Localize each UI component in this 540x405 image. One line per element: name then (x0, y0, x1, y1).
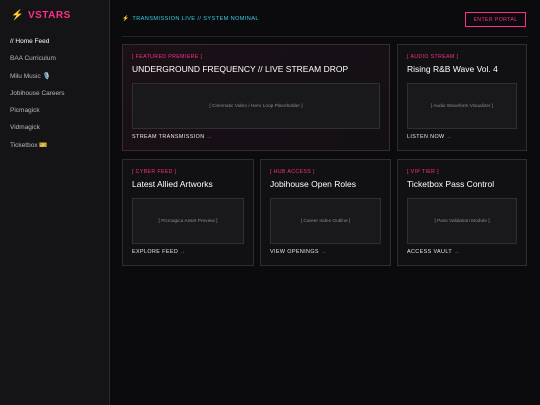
enter-portal-button[interactable]: ENTER PORTAL (465, 12, 526, 27)
card-tag: [ AUDIO STREAM ] (407, 54, 459, 60)
hub-access-card: [ HUB ACCESS ] Jobihouse Open Roles [ Ca… (260, 159, 391, 266)
card-title: UNDERGROUND FREQUENCY // LIVE STREAM DRO… (132, 64, 349, 74)
brand-name: VSTARS (27, 10, 71, 21)
sidebar-item-home-feed[interactable]: // Home Feed (10, 38, 65, 55)
card-title: Latest Allied Artworks (132, 179, 213, 189)
arrow-right-icon: → (206, 134, 213, 140)
sidebar-item-baa-curriculum[interactable]: BAA Curriculum (10, 55, 65, 72)
pass-validation-placeholder: [ Pass Validation Module ] (407, 198, 517, 244)
sidebar-item-jobihouse-careers[interactable]: Jobihouse Careers (10, 90, 65, 107)
cta-label: VIEW OPENINGS (270, 249, 319, 255)
arrow-right-icon: → (454, 249, 460, 255)
sidebar-item-milu-music[interactable]: Milu Music 🎙️ (10, 73, 65, 90)
featured-premiere-card: [ FEATURED PREMIERE ] UNDERGROUND FREQUE… (122, 44, 390, 151)
card-tag: [ HUB ACCESS ] (270, 169, 315, 175)
cta-label: EXPLORE FEED (132, 249, 179, 255)
sidebar-nav: // Home Feed BAA Curriculum Milu Music 🎙… (10, 38, 65, 159)
view-openings-link[interactable]: VIEW OPENINGS → (270, 249, 327, 255)
card-title: Rising R&B Wave Vol. 4 (407, 64, 498, 74)
career-index-placeholder: [ Career Index Outline ] (270, 198, 381, 244)
cta-label: LISTEN NOW (407, 134, 445, 140)
card-tag: [ CYBER FEED ] (132, 169, 177, 175)
stream-transmission-link[interactable]: STREAM TRANSMISSION → (132, 134, 212, 140)
header-divider (122, 36, 528, 37)
card-tag: [ FEATURED PREMIERE ] (132, 54, 203, 60)
card-tag: [ VIP TIER ] (407, 169, 439, 175)
vip-tier-card: [ VIP TIER ] Ticketbox Pass Control [ Pa… (397, 159, 527, 266)
system-status: ⚡ TRANSMISSION LIVE // SYSTEM NOMINAL (122, 16, 259, 22)
explore-feed-link[interactable]: EXPLORE FEED → (132, 249, 186, 255)
audio-stream-card: [ AUDIO STREAM ] Rising R&B Wave Vol. 4 … (397, 44, 527, 151)
access-vault-link[interactable]: ACCESS VAULT → (407, 249, 460, 255)
status-text: TRANSMISSION LIVE // SYSTEM NOMINAL (132, 16, 259, 22)
arrow-right-icon: → (180, 249, 186, 255)
brand-logo[interactable]: ⚡ VSTARS (11, 10, 71, 21)
asset-preview-placeholder: [ Picmagica Asset Preview ] (132, 198, 244, 244)
cta-label: STREAM TRANSMISSION (132, 134, 205, 140)
cyber-feed-card: [ CYBER FEED ] Latest Allied Artworks [ … (122, 159, 254, 266)
arrow-right-icon: → (446, 134, 453, 140)
main-content: ⚡ TRANSMISSION LIVE // SYSTEM NOMINAL ENT… (110, 0, 540, 405)
cta-label: ACCESS VAULT (407, 249, 453, 255)
card-title: Jobihouse Open Roles (270, 179, 357, 189)
audio-waveform-placeholder: [ Audio Waveform Visualizer ] (407, 83, 517, 129)
listen-now-link[interactable]: LISTEN NOW → (407, 134, 452, 140)
sidebar-item-ticketbox[interactable]: Ticketbox 🎫 (10, 142, 65, 159)
arrow-right-icon: → (320, 249, 327, 255)
lightning-icon: ⚡ (11, 10, 24, 21)
card-title: Ticketbox Pass Control (407, 179, 495, 189)
lightning-icon: ⚡ (122, 16, 130, 22)
video-placeholder: [ Cinematic Video / Hero Loop Placeholde… (132, 83, 380, 129)
sidebar-item-vidmagick[interactable]: Vidmagick (10, 124, 65, 141)
sidebar-item-picmagick[interactable]: Picmagick (10, 107, 65, 124)
sidebar: ⚡ VSTARS // Home Feed BAA Curriculum Milu… (0, 0, 110, 405)
